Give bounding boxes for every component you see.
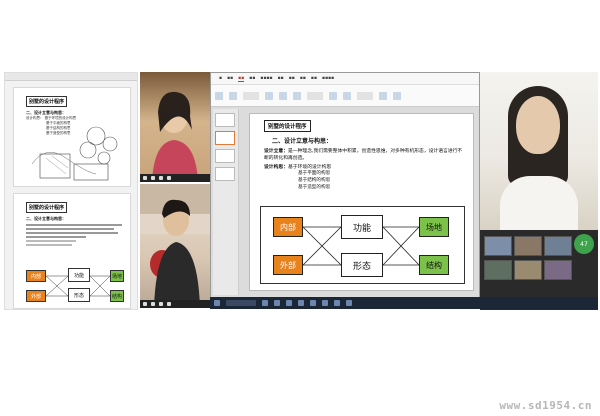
italic-icon[interactable] <box>279 91 287 100</box>
ribbon-toolbar[interactable] <box>211 85 479 107</box>
ribbon-tab[interactable]: ▪▪▪▪ <box>322 76 334 81</box>
video-tile-2-controls[interactable] <box>140 300 210 308</box>
construct-label: 设计构思： <box>264 165 288 170</box>
doc-mini-diagram: 内部 外部 功能 形态 场地 结构 <box>24 268 124 304</box>
doc-page2-title: 别墅的设计程序 <box>26 202 68 213</box>
list-icon[interactable] <box>343 91 351 100</box>
slide-canvas[interactable]: 别墅的设计程序 二、设计立意与构思： 设计立意：是一种理念,我们需要整体中积累，… <box>249 113 474 291</box>
doc-page-2: 别墅的设计程序 二、设计立意与构思： 内部 外部 功能 形态 场地 结构 <box>13 193 131 309</box>
ribbon-tab[interactable]: ▪▪ <box>289 76 295 81</box>
taskbar-app-icon[interactable] <box>274 300 280 306</box>
presentation-window: ▪ ▪▪ ▪▪ ▪▪ ▪▪▪▪ ▪▪ ▪▪ ▪▪ ▪▪ ▪▪▪▪ 别墅的设计程序… <box>210 72 480 308</box>
box-site: 场地 <box>419 217 449 237</box>
doc-page-1: 别墅的设计程序 二、设计立意与构思： 设计构思： 基于环境的设计构思 基于平面的… <box>13 87 131 187</box>
ribbon-tab-active[interactable]: ▪▪ <box>238 76 245 82</box>
textbox-icon[interactable] <box>379 91 387 100</box>
site-sketch-image <box>31 126 118 181</box>
participant-thumbnail[interactable] <box>544 236 572 256</box>
box-function: 功能 <box>341 215 383 239</box>
concept-diagram: 内部 外部 功能 形态 场地 结构 <box>260 206 465 284</box>
watermark: www.sd1954.cn <box>499 399 592 412</box>
participant-thumbnail[interactable] <box>544 260 572 280</box>
participant-thumbnail[interactable] <box>514 236 542 256</box>
taskbar-app-icon[interactable] <box>262 300 268 306</box>
mini-box-function: 功能 <box>68 268 90 282</box>
ribbon-tabs[interactable]: ▪ ▪▪ ▪▪ ▪▪ ▪▪▪▪ ▪▪ ▪▪ ▪▪ ▪▪ ▪▪▪▪ <box>211 73 479 85</box>
mini-box-inner: 内部 <box>26 270 46 282</box>
ribbon-tab[interactable]: ▪ <box>219 76 222 81</box>
start-icon[interactable] <box>214 300 220 306</box>
participant-thumbnail[interactable] <box>484 236 512 256</box>
teacher-body <box>500 176 578 232</box>
taskbar-app-icon[interactable] <box>298 300 304 306</box>
para-label: 设计立意： <box>264 149 288 154</box>
size-select[interactable] <box>307 91 323 100</box>
video-tile-participant-1[interactable] <box>140 72 210 182</box>
left-doc-toolbar[interactable] <box>5 73 137 81</box>
slide-thumbnail-selected[interactable] <box>215 131 235 145</box>
mini-box-form: 形态 <box>68 288 90 302</box>
font-select[interactable] <box>243 91 259 100</box>
construct-item: 基于造型的构思 <box>298 185 331 190</box>
construct-item: 基于结构的构思 <box>298 178 331 183</box>
cut-icon[interactable] <box>229 91 237 100</box>
taskbar <box>210 297 598 309</box>
box-structure: 结构 <box>419 255 449 275</box>
participant-1-avatar <box>152 91 198 182</box>
slide-thumbnail[interactable] <box>215 113 235 127</box>
mini-box-site: 场地 <box>110 270 124 282</box>
participant-thumbnail[interactable] <box>484 260 512 280</box>
bold-icon[interactable] <box>265 91 273 100</box>
doc-page1-title: 别墅的设计程序 <box>26 96 68 107</box>
slide-paragraph: 设计立意：是一种理念,我们需要整体中积累，创造性思维，对多种有机形态，设计语言进… <box>264 148 464 162</box>
teacher-face <box>516 96 560 154</box>
slide-title: 别墅的设计程序 <box>264 120 311 132</box>
video-tile-participant-2[interactable] <box>140 184 210 308</box>
ribbon-tab[interactable]: ▪▪ <box>278 76 284 81</box>
construct-item: 基于环境的设计构思 <box>288 165 332 170</box>
box-inner: 内部 <box>273 217 303 237</box>
taskbar-app-icon[interactable] <box>322 300 328 306</box>
mini-box-outer: 外部 <box>26 290 46 302</box>
box-form: 形态 <box>341 253 383 277</box>
slide-thumbnails[interactable] <box>213 109 239 295</box>
teacher-video <box>480 72 598 232</box>
slide-section-heading: 二、设计立意与构思： <box>272 138 333 145</box>
teacher-video-panel[interactable]: 47 <box>480 72 598 310</box>
participant-thumbnail[interactable] <box>514 260 542 280</box>
paste-icon[interactable] <box>215 91 223 100</box>
para-text: 是一种理念,我们需要整体中积累，创造性思维，对多种有机形态，设计语言进行不断的转… <box>264 149 463 161</box>
taskbar-search[interactable] <box>226 300 256 306</box>
arrange-icon[interactable] <box>393 91 401 100</box>
shape-gallery[interactable] <box>357 91 373 100</box>
construct-item: 基于平面的构思 <box>298 171 331 176</box>
participant-count-badge[interactable]: 47 <box>574 234 594 254</box>
ribbon-tab[interactable]: ▪▪▪▪ <box>260 76 272 81</box>
taskbar-app-icon[interactable] <box>286 300 292 306</box>
participant-2-avatar <box>140 184 210 308</box>
taskbar-app-icon[interactable] <box>334 300 340 306</box>
ribbon-tab[interactable]: ▪▪ <box>227 76 233 81</box>
taskbar-app-icon[interactable] <box>346 300 352 306</box>
ribbon-tab[interactable]: ▪▪ <box>249 76 255 81</box>
doc-page2-subtitle: 二、设计立意与构思： <box>26 216 66 221</box>
slide-construct-label: 设计构思：基于环境的设计构思 <box>264 164 464 171</box>
taskbar-app-icon[interactable] <box>310 300 316 306</box>
slide-thumbnail[interactable] <box>215 149 235 163</box>
mini-box-structure: 结构 <box>110 290 124 302</box>
ribbon-tab[interactable]: ▪▪ <box>300 76 306 81</box>
underline-icon[interactable] <box>293 91 301 100</box>
ribbon-tab[interactable]: ▪▪ <box>311 76 317 81</box>
align-icon[interactable] <box>329 91 337 100</box>
video-tile-1-controls[interactable] <box>140 174 210 182</box>
doc-page2-text <box>26 224 122 246</box>
box-outer: 外部 <box>273 255 303 275</box>
left-document-window: 别墅的设计程序 二、设计立意与构思： 设计构思： 基于环境的设计构思 基于平面的… <box>4 72 138 310</box>
slide-thumbnail[interactable] <box>215 167 235 181</box>
